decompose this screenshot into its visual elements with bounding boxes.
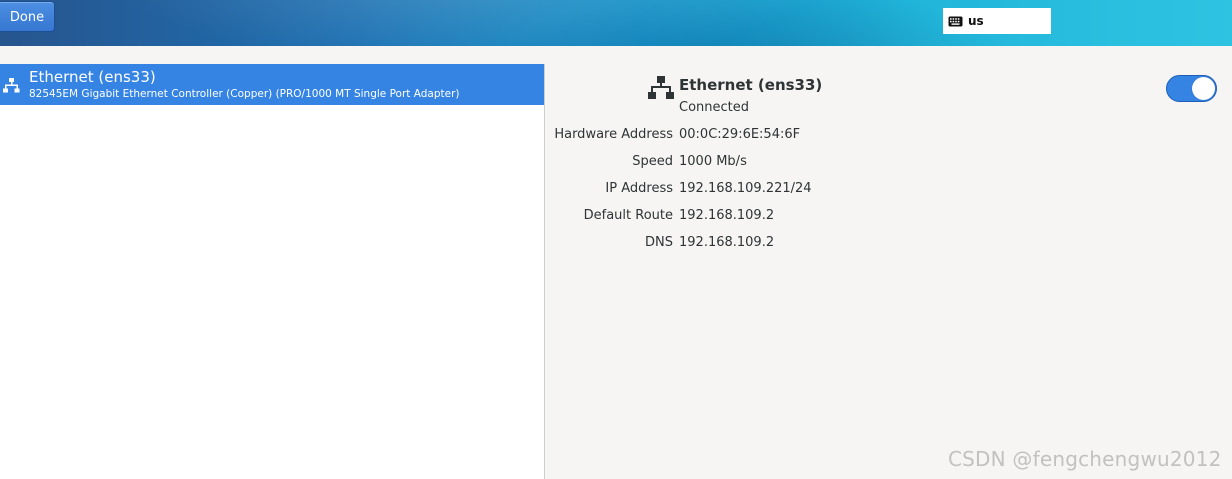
details-title: Ethernet (ens33) (679, 76, 823, 94)
default-route-label: Default Route (583, 208, 673, 223)
device-item-ens33[interactable]: Ethernet (ens33) 82545EM Gigabit Etherne… (0, 64, 544, 105)
device-details-pane: Ethernet (ens33) Connected Hardware Addr… (545, 46, 1232, 479)
toggle-knob (1192, 77, 1215, 100)
speed-value: 1000 Mb/s (679, 154, 747, 169)
keyboard-layout-label: us (968, 14, 984, 28)
device-list: Ethernet (ens33) 82545EM Gigabit Etherne… (0, 64, 545, 479)
ip-address-label: IP Address (605, 181, 673, 196)
wired-network-icon (3, 77, 20, 94)
dns-label: DNS (645, 235, 673, 250)
connection-status: Connected (679, 100, 750, 115)
done-button[interactable]: Done (0, 1, 55, 32)
default-route-value: 192.168.109.2 (679, 208, 775, 223)
ip-address-value: 192.168.109.221/24 (679, 181, 812, 196)
device-description: 82545EM Gigabit Ethernet Controller (Cop… (29, 88, 460, 100)
header-bar: Done us (0, 0, 1232, 46)
hardware-address-value: 00:0C:29:6E:54:6F (679, 127, 801, 142)
wired-network-icon (648, 75, 674, 101)
dns-value: 192.168.109.2 (679, 235, 775, 250)
keyboard-layout-indicator[interactable]: us (943, 8, 1051, 34)
watermark: CSDN @fengchengwu2012 (948, 447, 1222, 471)
keyboard-icon (948, 15, 963, 28)
connection-toggle[interactable] (1166, 75, 1217, 102)
speed-label: Speed (632, 154, 673, 169)
network-config-window: Done us Ethernet (ens33) 82545EM Gigabit… (0, 0, 1232, 479)
hardware-address-label: Hardware Address (554, 127, 673, 142)
device-name: Ethernet (ens33) (29, 68, 156, 86)
